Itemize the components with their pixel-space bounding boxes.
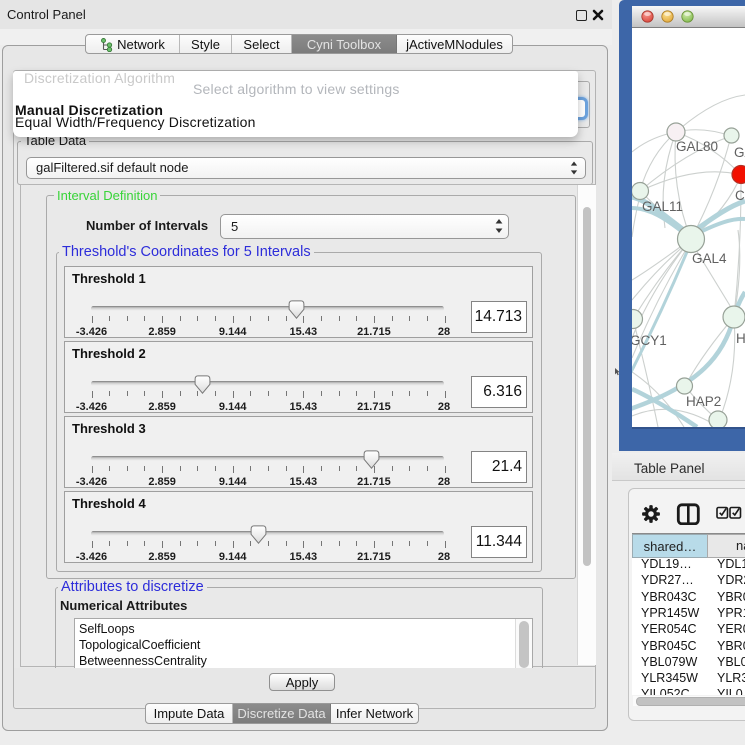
svg-text:CR: CR <box>735 188 745 203</box>
svg-text:HAP2: HAP2 <box>686 394 721 409</box>
svg-text:H: H <box>736 331 745 346</box>
svg-text:GAL4: GAL4 <box>692 251 727 266</box>
svg-text:GAL11: GAL11 <box>642 199 683 214</box>
svg-text:GAL80: GAL80 <box>676 139 718 154</box>
svg-text:GCY1: GCY1 <box>632 333 667 348</box>
svg-text:GA: GA <box>734 145 745 160</box>
